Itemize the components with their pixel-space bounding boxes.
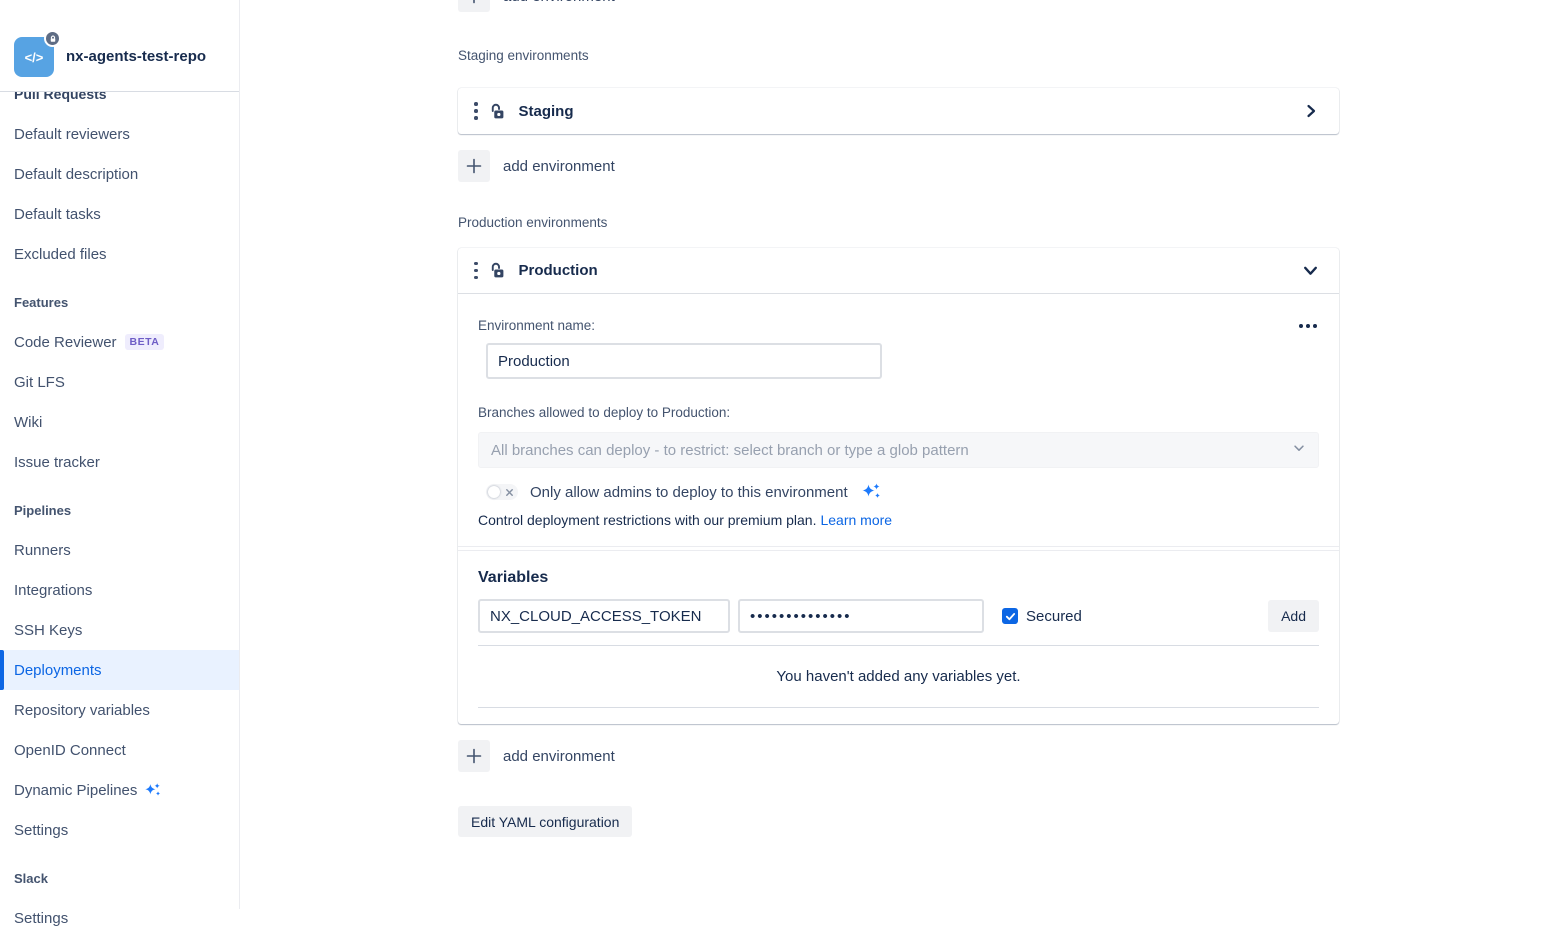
staging-environment-card: Staging xyxy=(458,88,1339,134)
premium-plan-text: Control deployment restrictions with our… xyxy=(478,512,816,528)
sidebar-item-deployments[interactable]: Deployments xyxy=(0,650,239,690)
staging-environment-header[interactable]: Staging xyxy=(458,88,1339,134)
staging-environments-label: Staging environments xyxy=(458,48,1339,63)
more-options-button[interactable] xyxy=(1297,320,1319,332)
repo-name: nx-agents-test-repo xyxy=(66,37,206,77)
nav-group-pipelines: Pipelines Runners Integrations SSH Keys … xyxy=(0,490,239,850)
sidebar-item-label: Code Reviewer xyxy=(14,334,117,351)
secured-checkbox-label: Secured xyxy=(1026,608,1082,625)
edit-yaml-button[interactable]: Edit YAML configuration xyxy=(458,806,632,837)
add-variable-button[interactable]: Add xyxy=(1268,600,1319,632)
sidebar-item-openid-connect[interactable]: OpenID Connect xyxy=(0,730,239,770)
branches-allowed-label: Branches allowed to deploy to Production… xyxy=(478,405,1319,420)
sidebar-item-integrations[interactable]: Integrations xyxy=(0,570,239,610)
divider xyxy=(478,707,1319,708)
sidebar-item-label: Dynamic Pipelines xyxy=(14,782,137,799)
toggle-knob xyxy=(488,486,500,498)
production-environments-label: Production environments xyxy=(458,215,1339,230)
divider xyxy=(478,645,1319,646)
branches-select[interactable]: All branches can deploy - to restrict: s… xyxy=(478,432,1319,468)
sparkles-icon xyxy=(860,482,882,502)
nav-group-slack: Slack Settings xyxy=(0,858,239,938)
production-environment-name: Production xyxy=(519,262,598,279)
chevron-right-icon[interactable] xyxy=(1303,103,1319,119)
beta-badge: BETA xyxy=(125,334,165,350)
plus-icon xyxy=(458,0,490,12)
sidebar-item-ssh-keys[interactable]: SSH Keys xyxy=(0,610,239,650)
add-environment-button-test[interactable]: add environment xyxy=(458,0,615,12)
sidebar-item-slack-settings[interactable]: Settings xyxy=(0,898,239,938)
sidebar-item-pipelines-settings[interactable]: Settings xyxy=(0,810,239,850)
sidebar-item-code-reviewer[interactable]: Code Reviewer BETA xyxy=(0,322,239,362)
production-environment-body: Environment name: Branches allowed to de… xyxy=(458,294,1339,546)
add-environment-label: add environment xyxy=(503,0,615,5)
add-environment-label: add environment xyxy=(503,748,615,765)
plus-icon xyxy=(458,740,490,772)
sidebar-item-default-tasks[interactable]: Default tasks xyxy=(0,194,239,234)
unlock-icon xyxy=(488,261,507,280)
sparkles-icon xyxy=(143,782,162,799)
secured-checkbox[interactable] xyxy=(1002,608,1018,624)
sidebar-item-git-lfs[interactable]: Git LFS xyxy=(0,362,239,402)
sidebar-item-wiki[interactable]: Wiki xyxy=(0,402,239,442)
chevron-down-icon xyxy=(1292,441,1306,460)
sidebar-item-default-reviewers[interactable]: Default reviewers xyxy=(0,114,239,154)
admins-only-toggle[interactable] xyxy=(486,484,518,500)
repo-header: </> nx-agents-test-repo xyxy=(0,0,239,92)
nav-group-pull-requests: Pull Requests Default reviewers Default … xyxy=(0,74,239,274)
nav-heading-pipelines: Pipelines xyxy=(0,490,239,530)
chevron-down-icon[interactable] xyxy=(1302,262,1319,279)
admins-only-toggle-label: Only allow admins to deploy to this envi… xyxy=(530,484,848,501)
add-environment-button-staging[interactable]: add environment xyxy=(458,150,615,182)
repo-avatar[interactable]: </> xyxy=(14,37,54,77)
code-icon: </> xyxy=(25,50,44,65)
production-environment-header[interactable]: Production xyxy=(458,248,1339,294)
sidebar: </> nx-agents-test-repo Pull Requests De… xyxy=(0,0,240,909)
nav-group-features: Features Code Reviewer BETA Git LFS Wiki… xyxy=(0,282,239,482)
drag-handle-icon[interactable] xyxy=(468,258,484,284)
variable-name-input[interactable] xyxy=(478,599,730,633)
close-icon xyxy=(505,488,514,497)
add-environment-button-production[interactable]: add environment xyxy=(458,740,615,772)
learn-more-link[interactable]: Learn more xyxy=(820,512,892,528)
environment-name-label: Environment name: xyxy=(478,318,595,333)
main-content: add environment Staging environments Sta… xyxy=(240,0,1555,909)
drag-handle-icon[interactable] xyxy=(468,98,484,124)
branches-select-placeholder: All branches can deploy - to restrict: s… xyxy=(491,442,969,459)
staging-environment-name: Staging xyxy=(519,103,574,120)
unlock-icon xyxy=(488,102,507,121)
sidebar-item-default-description[interactable]: Default description xyxy=(0,154,239,194)
variable-value-input[interactable] xyxy=(738,599,984,633)
plus-icon xyxy=(458,150,490,182)
nav-heading-features: Features xyxy=(0,282,239,322)
variables-heading: Variables xyxy=(478,569,1319,587)
environment-name-input[interactable] xyxy=(486,343,882,379)
sidebar-item-excluded-files[interactable]: Excluded files xyxy=(0,234,239,274)
nav-heading-slack: Slack xyxy=(0,858,239,898)
check-icon xyxy=(1005,611,1016,622)
sidebar-item-issue-tracker[interactable]: Issue tracker xyxy=(0,442,239,482)
sidebar-item-runners[interactable]: Runners xyxy=(0,530,239,570)
variables-section: Variables Secured Add You haven't added … xyxy=(458,551,1339,724)
sidebar-item-repository-variables[interactable]: Repository variables xyxy=(0,690,239,730)
add-environment-label: add environment xyxy=(503,158,615,175)
private-lock-badge-icon xyxy=(44,30,61,47)
sidebar-nav: Pull Requests Default reviewers Default … xyxy=(0,74,239,938)
production-environment-card: Production Environment name: Branches al… xyxy=(458,248,1339,724)
variables-empty-text: You haven't added any variables yet. xyxy=(478,668,1319,685)
sidebar-item-dynamic-pipelines[interactable]: Dynamic Pipelines xyxy=(0,770,239,810)
